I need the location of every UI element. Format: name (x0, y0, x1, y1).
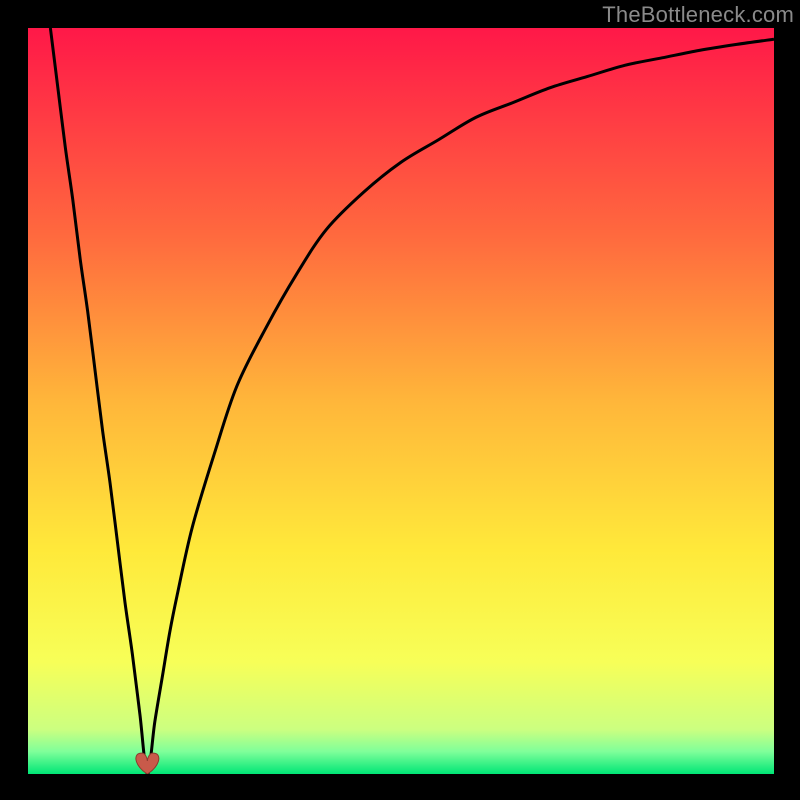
bottleneck-chart (28, 28, 774, 774)
plot-area (28, 28, 774, 774)
chart-frame: TheBottleneck.com (0, 0, 800, 800)
gradient-background (28, 28, 774, 774)
watermark-text: TheBottleneck.com (602, 2, 794, 28)
